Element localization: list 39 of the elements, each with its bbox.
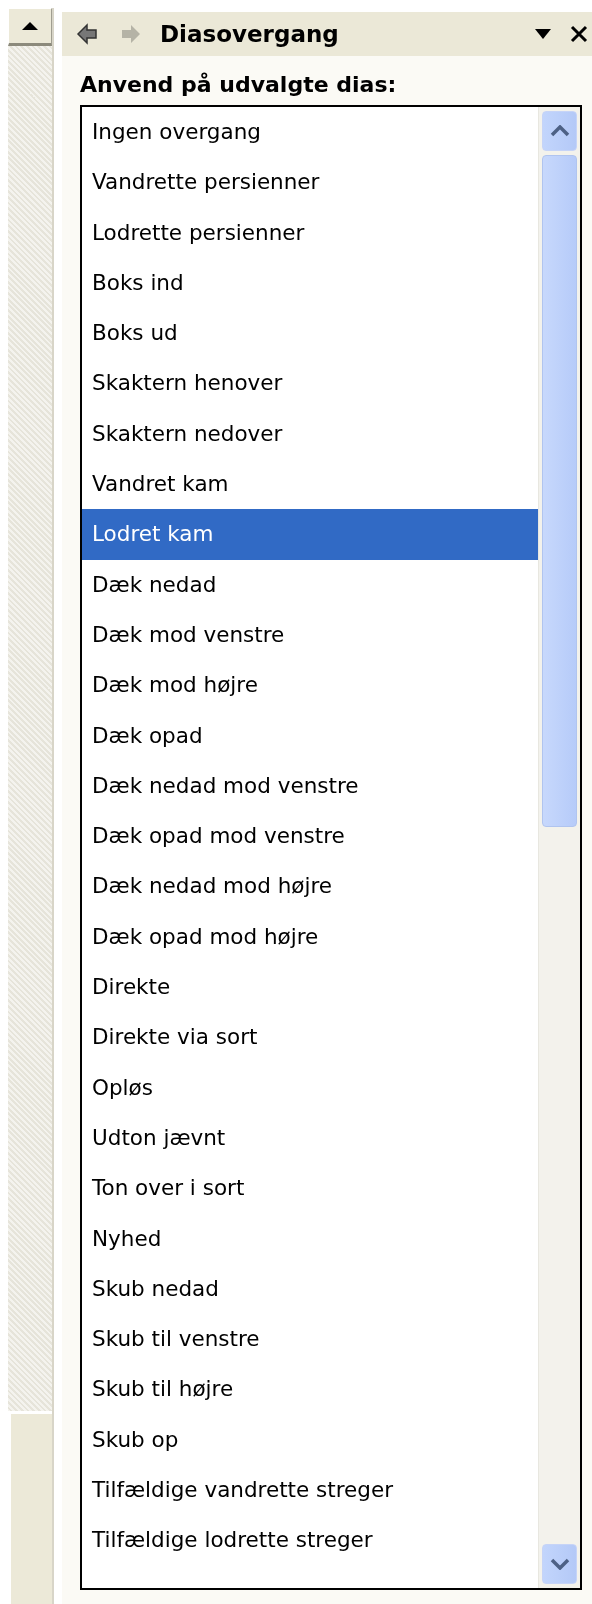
list-item[interactable]: Dæk opad (82, 710, 538, 761)
list-item[interactable]: Skaktern nedover (82, 408, 538, 460)
list-item[interactable]: Skub nedad (82, 1263, 538, 1315)
list-item[interactable]: Skaktern henover (82, 358, 538, 409)
list-item[interactable]: Direkte (82, 962, 538, 1013)
chevron-down-icon (549, 1558, 570, 1570)
list-item[interactable]: Dæk opad mod højre (82, 911, 538, 963)
pane-title: Diasovergang (160, 21, 340, 47)
list-item[interactable]: Opløs (82, 1062, 538, 1113)
list-item[interactable]: Dæk mod venstre (82, 609, 538, 661)
close-icon (570, 25, 588, 43)
chevron-up-icon (549, 125, 570, 137)
list-item[interactable]: Ton over i sort (82, 1163, 538, 1214)
list-item[interactable]: Udton jævnt (82, 1112, 538, 1164)
list-item[interactable]: Boks ind (82, 257, 538, 309)
list-item[interactable]: Dæk opad mod venstre (82, 811, 538, 862)
list-item[interactable]: Dæk nedad (82, 559, 538, 610)
list-item[interactable]: Boks ud (82, 308, 538, 359)
list-item[interactable]: Lodret kam (82, 509, 538, 560)
list-item[interactable]: Skub op (82, 1414, 538, 1465)
list-item[interactable]: Direkte via sort (82, 1012, 538, 1063)
dropdown-icon (534, 28, 552, 40)
list-item[interactable]: Ingen overgang (82, 107, 538, 158)
list-item[interactable]: Vandrette persienner (82, 157, 538, 208)
list-item[interactable]: Lodrette persienner (82, 207, 538, 258)
list-item[interactable]: Nyhed (82, 1213, 538, 1264)
scrollbar-thumb[interactable] (542, 155, 577, 827)
list-item[interactable]: Dæk nedad mod højre (82, 861, 538, 912)
list-item[interactable]: Dæk nedad mod venstre (82, 760, 538, 812)
list-item[interactable]: Tilfældige lodrette streger (82, 1515, 538, 1566)
list-item[interactable]: Skub til højre (82, 1364, 538, 1415)
scroll-down-button[interactable] (542, 1544, 577, 1584)
list-item[interactable]: Skub til venstre (82, 1314, 538, 1365)
left-arrow-icon (76, 22, 100, 46)
list-item[interactable]: Tilfældige vandrette streger (82, 1465, 538, 1516)
list-label: Anvend på udvalgte dias: (79, 71, 398, 99)
list-item[interactable]: Dæk mod højre (82, 660, 538, 711)
up-arrow-icon (21, 21, 39, 31)
list-item[interactable]: Vandret kam (82, 459, 538, 510)
